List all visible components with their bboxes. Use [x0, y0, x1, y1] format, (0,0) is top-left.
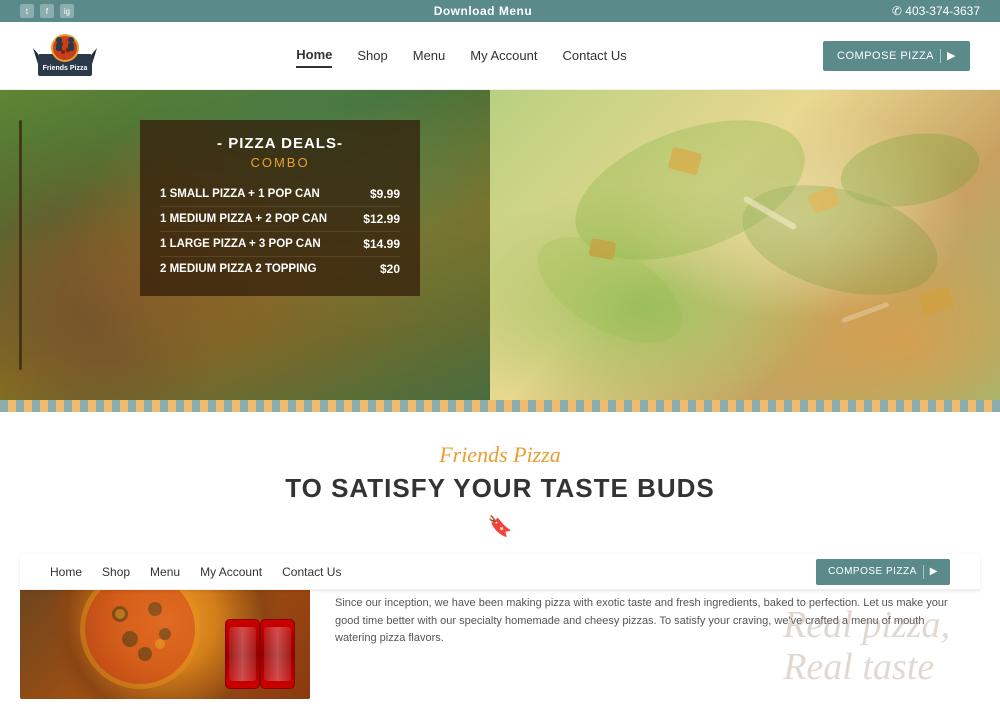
- btn-divider: [940, 49, 941, 63]
- facebook-icon[interactable]: f: [40, 4, 54, 18]
- nav-links: Home Shop Menu My Account Contact Us: [296, 43, 627, 68]
- nav-home[interactable]: Home: [296, 43, 332, 68]
- bookmark-icon: 🔖: [20, 514, 980, 539]
- twitter-icon[interactable]: t: [20, 4, 34, 18]
- sec-btn-divider: [923, 565, 924, 579]
- salad-svg: [490, 90, 1000, 400]
- sec-nav-menu[interactable]: Menu: [150, 565, 180, 579]
- sec-nav-contact[interactable]: Contact Us: [282, 565, 341, 579]
- deal-name-4: 2 MEDIUM PIZZA 2 TOPPING: [160, 263, 317, 275]
- wavy-divider: [0, 400, 1000, 412]
- nav-contact-us[interactable]: Contact Us: [562, 44, 626, 67]
- hero-left-image: - PIZZA DEALS- COMBO 1 SMALL PIZZA + 1 P…: [0, 90, 490, 400]
- hero-section: - PIZZA DEALS- COMBO 1 SMALL PIZZA + 1 P…: [0, 90, 1000, 400]
- compose-pizza-button[interactable]: COMPOSE PIZZA ▶: [823, 41, 970, 71]
- fork-line: [19, 120, 22, 370]
- deal-row: 1 MEDIUM PIZZA + 2 POP CAN $12.99: [160, 207, 400, 232]
- nav-right: COMPOSE PIZZA ▶: [823, 41, 970, 71]
- tagline-text: TO SATISFY YOUR TASTE BUDS: [20, 473, 980, 504]
- download-menu-link[interactable]: Download Menu: [434, 4, 533, 18]
- compose-icon: ▶: [947, 49, 956, 62]
- deal-price-3: $14.99: [355, 237, 400, 251]
- top-bar: t f ig Download Menu ✆ 403-374-3637: [0, 0, 1000, 22]
- nav-my-account[interactable]: My Account: [470, 44, 537, 67]
- nav-shop[interactable]: Shop: [357, 44, 387, 67]
- deals-title: - PIZZA DEALS-: [160, 135, 400, 152]
- sec-compose-icon: ▶: [930, 566, 938, 577]
- phone-number: ✆ 403-374-3637: [892, 4, 980, 18]
- pizza-deals-box: - PIZZA DEALS- COMBO 1 SMALL PIZZA + 1 P…: [140, 120, 420, 296]
- social-links: t f ig: [20, 4, 74, 18]
- secondary-nav: Home Shop Menu My Account Contact Us COM…: [20, 554, 980, 590]
- deal-price-4: $20: [355, 262, 400, 276]
- bottom-content: Home Shop Menu My Account Contact Us COM…: [20, 554, 980, 699]
- deal-name-1: 1 SMALL PIZZA + 1 POP CAN: [160, 188, 320, 200]
- body-text-area: Real pizza, Real taste Since our incepti…: [310, 590, 980, 699]
- instagram-icon[interactable]: ig: [60, 4, 74, 18]
- secondary-nav-links: Home Shop Menu My Account Contact Us: [50, 565, 341, 579]
- deal-row: 2 MEDIUM PIZZA 2 TOPPING $20: [160, 257, 400, 281]
- deal-name-2: 1 MEDIUM PIZZA + 2 POP CAN: [160, 213, 327, 225]
- body-paragraph: Since our inception, we have been making…: [335, 595, 955, 648]
- content-section: Friends Pizza TO SATISFY YOUR TASTE BUDS…: [0, 412, 1000, 719]
- fork-decoration: [8, 120, 33, 370]
- brand-script-text: Friends Pizza: [20, 442, 980, 468]
- deal-row: 1 LARGE PIZZA + 3 POP CAN $14.99: [160, 232, 400, 257]
- deals-subtitle: COMBO: [160, 155, 400, 170]
- deal-price-1: $9.99: [355, 187, 400, 201]
- nav-menu[interactable]: Menu: [413, 44, 446, 67]
- deal-name-3: 1 LARGE PIZZA + 3 POP CAN: [160, 238, 321, 250]
- sec-nav-home[interactable]: Home: [50, 565, 82, 579]
- logo-icon: Friends Pizza: [30, 26, 100, 86]
- sec-nav-account[interactable]: My Account: [200, 565, 262, 579]
- deal-price-2: $12.99: [355, 212, 400, 226]
- deal-row: 1 SMALL PIZZA + 1 POP CAN $9.99: [160, 182, 400, 207]
- navbar: Friends Pizza Home Shop Menu My Account …: [0, 22, 1000, 90]
- sec-nav-shop[interactable]: Shop: [102, 565, 130, 579]
- svg-text:Friends Pizza: Friends Pizza: [43, 65, 88, 72]
- hero-right-image: [490, 90, 1000, 400]
- sec-compose-button[interactable]: COMPOSE PIZZA ▶: [816, 559, 950, 585]
- logo: Friends Pizza: [30, 26, 100, 86]
